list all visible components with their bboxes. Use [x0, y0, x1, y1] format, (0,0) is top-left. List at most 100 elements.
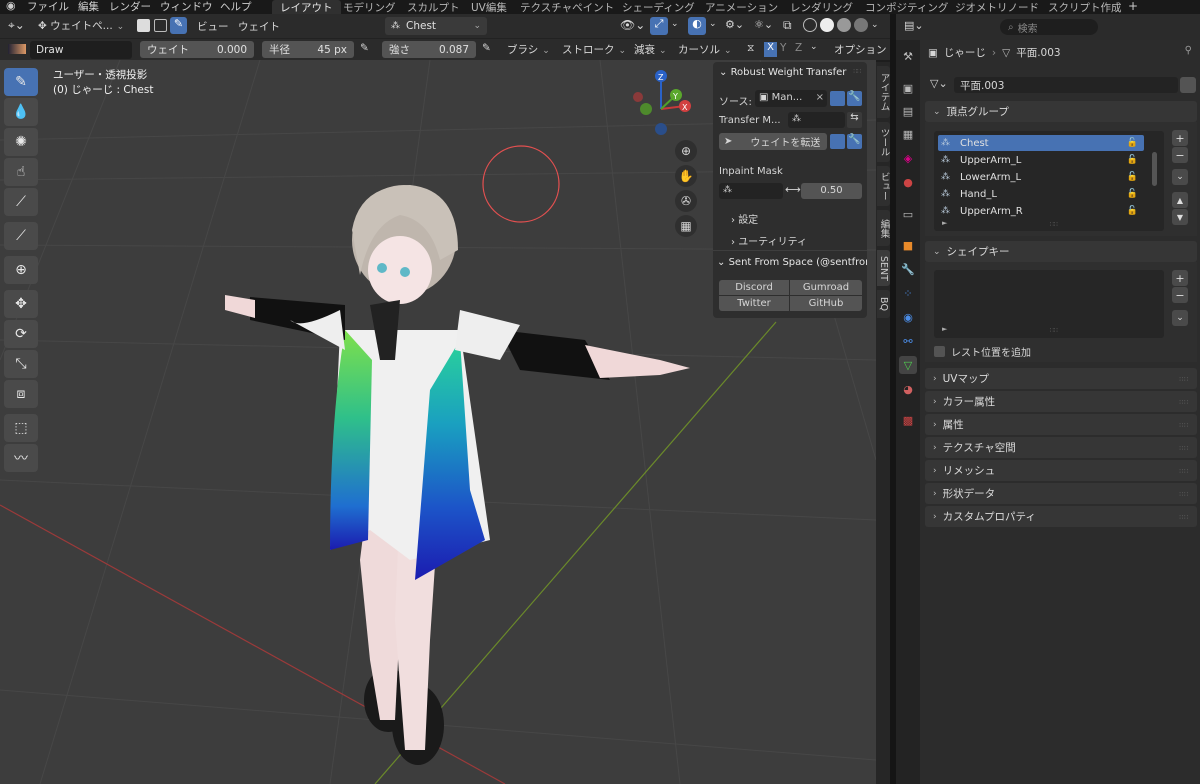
drag-handle-icon[interactable]: ∷∷	[1179, 514, 1189, 521]
tab-bq[interactable]: BQ	[877, 290, 890, 318]
lock-icon[interactable]: 🔓	[1127, 155, 1138, 165]
chevron-down-icon[interactable]: ⌄	[810, 42, 818, 52]
brush-icon[interactable]	[8, 44, 26, 54]
drag-handle-icon[interactable]: ∷∷	[1179, 376, 1189, 383]
list-item[interactable]: ⁂ LowerArm_L 🔓	[938, 169, 1144, 185]
color-attributes-header[interactable]: › カラー属性 ∷∷	[925, 391, 1197, 412]
inpaint-threshold-field[interactable]: 0.50	[801, 183, 862, 199]
geometry-data-header[interactable]: › 形状データ ∷∷	[925, 483, 1197, 504]
tab-view[interactable]: ビュー	[877, 166, 890, 206]
editor-type-icon[interactable]: ⌖⌄	[8, 18, 25, 33]
bone-select-icon[interactable]: ✎	[170, 17, 187, 34]
strength-field[interactable]: 強さ 0.087	[382, 41, 476, 58]
workspace-tab-sculpt[interactable]: スカルプト	[399, 0, 468, 14]
sample-weight-icon[interactable]: ⟋	[4, 188, 38, 216]
panel-sent-header[interactable]: ⌄ Sent From Space (@sentfroms	[717, 257, 867, 268]
list-item[interactable]: ⁂ UpperArm_L 🔓	[938, 152, 1144, 168]
rotate-icon[interactable]: ⟳	[4, 320, 38, 348]
fake-user-shield-icon[interactable]	[1180, 77, 1196, 93]
expand-triangle-icon[interactable]: ►	[942, 325, 947, 333]
particles-icon[interactable]: ⁘	[901, 286, 915, 300]
chevron-down-icon[interactable]: ⌄	[871, 20, 879, 30]
drag-handle-icon[interactable]: ∷∷	[853, 68, 861, 75]
overlay-toggle-icon[interactable]: ◐	[688, 17, 706, 35]
draw-brush-icon[interactable]: ✎	[4, 68, 38, 96]
constraints-icon[interactable]: ⚯	[901, 334, 915, 348]
pin-icon[interactable]: ⚲	[1185, 45, 1192, 56]
copy-icon[interactable]	[830, 134, 845, 149]
texture-space-header[interactable]: › テクスチャ空間 ∷∷	[925, 437, 1197, 458]
workspace-tab-texpaint[interactable]: テクスチャペイント	[512, 0, 622, 14]
collection-icon[interactable]: ▭	[901, 207, 915, 221]
settings-subpanel[interactable]: › 設定	[731, 211, 758, 226]
vertex-groups-header[interactable]: ⌄ 頂点グループ	[925, 101, 1197, 122]
drag-handle-icon[interactable]: ∷∷	[1179, 399, 1189, 406]
workspace-tab-compositing[interactable]: コンポジティング	[857, 0, 956, 14]
gradient-icon[interactable]: ⟋	[4, 222, 38, 250]
render-icon[interactable]: ▣	[901, 81, 915, 95]
expand-triangle-icon[interactable]: ►	[942, 219, 947, 227]
utility-subpanel[interactable]: › ユーティリティ	[731, 233, 807, 248]
list-scrollbar[interactable]	[1152, 152, 1157, 186]
drag-handle-icon[interactable]: ∷∷	[1179, 445, 1189, 452]
uv-maps-header[interactable]: › UVマップ ∷∷	[925, 368, 1197, 389]
clear-icon[interactable]: ×	[816, 92, 824, 103]
vertex-group-selector[interactable]: ⁂ Chest ⌄	[385, 17, 487, 35]
chevron-down-icon[interactable]: ⌄	[671, 19, 679, 29]
modifier-wrench-icon[interactable]: 🔧	[901, 262, 915, 276]
workspace-tab-scripting[interactable]: スクリプト作成	[1040, 0, 1130, 14]
texture-icon[interactable]: ▩	[901, 413, 915, 427]
select-mask-vertex-icon[interactable]	[154, 19, 167, 32]
discord-button[interactable]: Discord	[719, 280, 789, 295]
select-mask-face-icon[interactable]	[137, 19, 150, 32]
gumroad-button[interactable]: Gumroad	[790, 280, 862, 295]
menu-view[interactable]: ビュー	[197, 19, 229, 34]
scene-icon[interactable]: ◈	[901, 151, 915, 165]
stroke-menu[interactable]: ストローク	[562, 42, 626, 57]
tab-tool[interactable]: ツール	[877, 122, 890, 162]
select-box-icon[interactable]: ⬚	[4, 414, 38, 442]
tab-sent[interactable]: SENT	[877, 250, 890, 286]
transfer-weights-button[interactable]: ➤ ウェイトを転送	[719, 133, 827, 150]
shape-key-menu-button[interactable]: ⌄	[1172, 310, 1188, 326]
tab-item[interactable]: アイテム	[877, 66, 890, 118]
drag-handle-icon[interactable]: ∷∷	[1179, 468, 1189, 475]
mirror-z-button[interactable]: Z	[795, 42, 802, 54]
workspace-tab-layout[interactable]: レイアウト	[272, 0, 341, 14]
lock-icon[interactable]: 🔓	[1127, 138, 1138, 148]
falloff-menu[interactable]: 減衰	[634, 42, 667, 57]
tab-edit[interactable]: 編集	[877, 210, 890, 246]
workspace-tab-rendering[interactable]: レンダリング	[782, 0, 861, 14]
specials-menu-button[interactable]: ⌄	[1172, 169, 1188, 185]
resize-grip-icon[interactable]: ∷∷	[1050, 327, 1058, 334]
source-field[interactable]: ▣ Man... ×	[755, 90, 827, 107]
xray-icon[interactable]: ⚙⌄	[725, 18, 744, 31]
editor-type-icon[interactable]: ▤⌄	[904, 19, 924, 32]
drag-handle-icon[interactable]: ∷∷	[1179, 422, 1189, 429]
brush-menu[interactable]: ブラシ	[507, 42, 550, 57]
scale-icon[interactable]: ⤡	[4, 350, 38, 378]
camera-icon[interactable]: ✇	[675, 190, 697, 212]
lock-icon[interactable]: 🔓	[1127, 206, 1138, 216]
object-icon[interactable]: ■	[901, 238, 915, 252]
twitter-button[interactable]: Twitter	[719, 296, 789, 311]
gizmo-toggle-icon[interactable]: ⤢	[650, 17, 668, 35]
workspace-tab-uv[interactable]: UV編集	[463, 0, 515, 14]
pan-hand-icon[interactable]: ✋	[675, 165, 697, 187]
physics-icon[interactable]: ◉	[901, 310, 915, 324]
average-icon[interactable]: ✺	[4, 128, 38, 156]
mesh-name-field[interactable]: 平面.003	[954, 77, 1178, 93]
swap-icon[interactable]: ⟷	[785, 183, 801, 196]
radius-field[interactable]: 半径 45 px	[262, 41, 354, 58]
copy-icon[interactable]	[830, 91, 845, 106]
workspace-tab-shading[interactable]: シェーディング	[614, 0, 703, 14]
blur-icon[interactable]: 💧	[4, 98, 38, 126]
blender-logo-icon[interactable]: ◉	[6, 0, 16, 12]
github-button[interactable]: GitHub	[790, 296, 862, 311]
workspace-tab-geonodes[interactable]: ジオメトリノード	[947, 0, 1047, 14]
rest-position-checkbox[interactable]: レスト位置を追加	[934, 344, 1031, 359]
list-item[interactable]: ⁂ Hand_L 🔓	[938, 186, 1144, 202]
perspective-grid-icon[interactable]: ▦	[675, 215, 697, 237]
lock-icon[interactable]: 🔓	[1127, 189, 1138, 199]
swap-icon[interactable]: ⇆	[847, 112, 862, 128]
